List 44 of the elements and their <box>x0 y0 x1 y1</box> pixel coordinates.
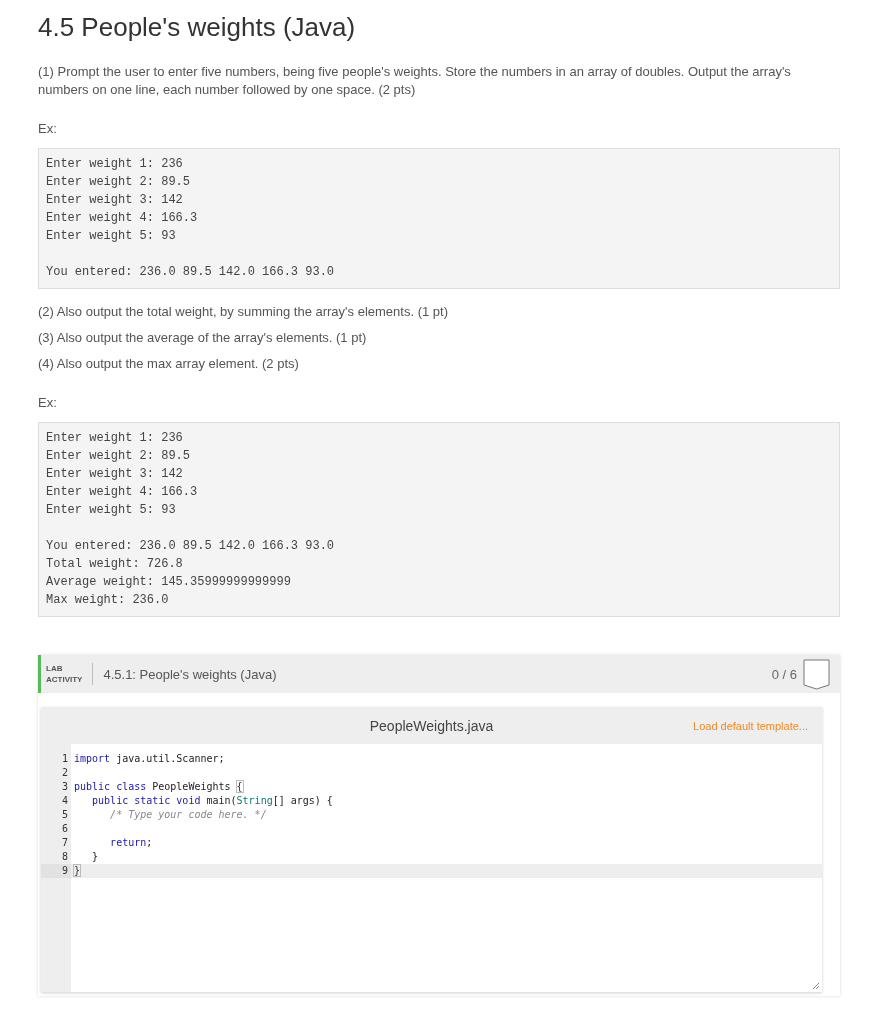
output-line: You entered: 236.0 89.5 142.0 166.3 93.0 <box>46 538 336 555</box>
example-label: Ex: <box>38 395 58 410</box>
output-line: Enter weight 2: 89.5 <box>46 174 192 191</box>
code-line[interactable]: public class PeopleWeights { <box>71 780 822 794</box>
output-line: Enter weight 1: 236 <box>46 430 184 447</box>
score-ribbon-icon <box>803 658 830 690</box>
resize-handle-icon[interactable] <box>812 982 819 989</box>
output-line: Enter weight 4: 166.3 <box>46 484 199 501</box>
instruction-text: (3) Also output the average of the array's elements. (1 pt) <box>38 329 368 347</box>
line-number: 5 <box>60 808 69 822</box>
line-number: 6 <box>60 822 69 836</box>
output-line: You entered: 236.0 89.5 142.0 166.3 93.0 <box>46 264 336 281</box>
badge-text: ACTIVITY <box>46 674 83 685</box>
instruction-text: (2) Also output the total weight, by summing the array's elements. (1 pt) <box>38 303 449 321</box>
output-line: Enter weight 2: 89.5 <box>46 448 192 465</box>
output-line: Average weight: 145.35999999999999 <box>46 574 292 591</box>
line-number: 8 <box>60 850 69 864</box>
line-number: 7 <box>60 836 69 850</box>
output-line: Enter weight 5: 93 <box>46 228 177 245</box>
line-number: 1 <box>60 752 69 766</box>
instruction-text: (4) Also output the max array element. (2 pts) <box>38 355 300 373</box>
code-line[interactable]: /* Type your code here. */ <box>71 808 822 822</box>
output-line: Enter weight 1: 236 <box>46 156 184 173</box>
badge-text: LAB <box>46 663 64 674</box>
instruction-text: (1) Prompt the user to enter five numbers, being five people's weights. Store the numbers in an array of doubles. Output the array's numbers on one line, each number followed by one space. (2 pts) <box>38 63 792 99</box>
lab-title: 4.5.1: People's weights (Java) <box>103 666 278 682</box>
output-line: Enter weight 3: 142 <box>46 192 184 209</box>
example-label: Ex: <box>38 121 58 136</box>
code-line[interactable]: import java.util.Scanner; <box>71 752 822 766</box>
page-title: 4.5 People's weights (Java) <box>38 12 357 43</box>
output-line: Total weight: 726.8 <box>46 556 184 573</box>
code-line[interactable]: return; <box>71 836 822 850</box>
output-line: Enter weight 5: 93 <box>46 502 177 519</box>
line-number: 3 <box>60 780 69 794</box>
line-number: 2 <box>60 766 69 780</box>
score-text: 0 / 6 <box>771 666 797 682</box>
code-line[interactable]: } <box>71 850 822 864</box>
code-line[interactable]: public static void main(String[] args) { <box>71 794 822 808</box>
output-line: Enter weight 3: 142 <box>46 466 184 483</box>
output-line: Max weight: 236.0 <box>46 592 170 609</box>
line-number: 9 <box>41 864 71 878</box>
file-name: PeopleWeights.java <box>369 717 494 734</box>
line-number: 4 <box>60 794 69 808</box>
output-line: Enter weight 4: 166.3 <box>46 210 199 227</box>
